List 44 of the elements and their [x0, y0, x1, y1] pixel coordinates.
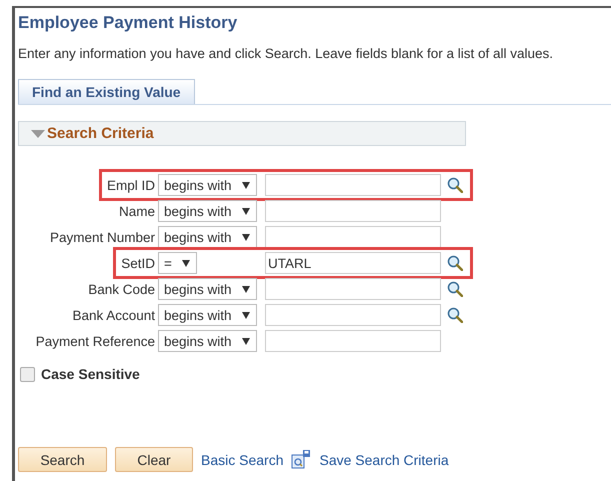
operator-dropdown[interactable]: begins with — [158, 330, 257, 352]
operator-dropdown[interactable]: = — [158, 252, 197, 274]
section-header[interactable]: Search Criteria — [18, 121, 466, 146]
link[interactable]: Basic Search — [201, 452, 284, 468]
caret-icon — [182, 260, 190, 266]
field-label: Empl ID — [106, 178, 155, 192]
caret-icon — [242, 312, 250, 318]
tab[interactable]: Find an Existing Value — [18, 79, 195, 104]
save-search-icon[interactable] — [291, 450, 312, 470]
search-icon[interactable] — [446, 281, 462, 297]
field-label: Bank Code — [88, 282, 155, 296]
field-label: Payment Reference — [36, 334, 155, 348]
caret-icon — [242, 234, 250, 240]
search-icon[interactable] — [446, 255, 462, 271]
operator-dropdown[interactable]: begins with — [158, 304, 257, 326]
input-field[interactable]: UTARL — [265, 252, 441, 274]
input-field[interactable] — [265, 330, 441, 352]
section-title: Search Criteria — [47, 125, 154, 142]
input-field[interactable] — [265, 304, 441, 326]
field-label: Name — [118, 204, 155, 218]
input-field[interactable] — [265, 278, 441, 300]
checkbox[interactable] — [20, 366, 35, 382]
operator-dropdown[interactable]: begins with — [158, 174, 257, 196]
page-title: Employee Payment History — [18, 13, 238, 34]
field-label: Payment Number — [50, 230, 155, 244]
field-label: Bank Account — [72, 308, 155, 322]
instructions-text: Enter any information you have and click Search. Leave fields blank for a list of all values. — [18, 46, 554, 61]
input-field[interactable] — [265, 200, 441, 222]
clear-button[interactable]: Clear — [115, 447, 193, 472]
caret-icon — [242, 208, 250, 214]
operator-dropdown[interactable]: begins with — [158, 226, 257, 248]
checkbox-label: Case Sensitive — [41, 366, 140, 382]
operator-dropdown[interactable]: begins with — [158, 200, 257, 222]
field-label: SetID — [121, 256, 155, 270]
link[interactable]: Save Search Criteria — [319, 452, 449, 468]
search-button[interactable]: Search — [18, 447, 107, 472]
caret-icon — [242, 182, 250, 188]
caret-icon — [242, 286, 250, 292]
operator-dropdown[interactable]: begins with — [158, 278, 257, 300]
search-icon[interactable] — [446, 177, 462, 193]
caret-icon — [242, 338, 250, 344]
search-icon[interactable] — [446, 307, 462, 323]
input-field[interactable] — [265, 226, 441, 248]
input-field[interactable] — [265, 174, 441, 196]
